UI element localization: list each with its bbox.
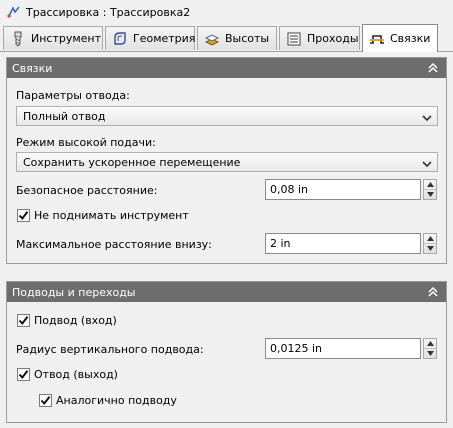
linking-panel: Связки Параметры отвода: Полный отвод Ре… [6, 57, 447, 264]
max-down-label: Максимальное расстояние внизу: [16, 238, 212, 251]
toolpath-icon [7, 5, 21, 19]
spinner-buttons [423, 233, 437, 254]
same-as-lead-in-checkbox[interactable]: Аналогично подводу [39, 394, 177, 407]
lead-out-label: Отвод (выход) [34, 368, 118, 381]
checkbox-box [17, 314, 30, 327]
tab-heights[interactable]: Высоты [197, 26, 277, 50]
geometry-icon [112, 31, 128, 47]
spinner-down-icon[interactable] [424, 190, 436, 199]
spinner-down-icon[interactable] [424, 244, 436, 253]
tab-label: Связки [390, 32, 431, 45]
passes-icon [286, 31, 302, 47]
window-title: Трассировка : Трассировка2 [26, 5, 191, 19]
panel-title: Подводы и переходы [12, 285, 136, 299]
feed-select[interactable]: Сохранить ускоренное перемещение [16, 152, 438, 172]
vertical-lead-spinner [265, 338, 437, 359]
retract-label: Параметры отвода: [16, 89, 130, 102]
chevron-down-icon [422, 112, 432, 122]
safe-distance-input[interactable] [265, 179, 421, 200]
spinner-up-icon[interactable] [424, 339, 436, 349]
tab-tool[interactable]: Инструмент [3, 26, 103, 50]
vertical-lead-input[interactable] [265, 338, 421, 359]
tool-icon [10, 31, 26, 47]
retract-value: Полный отвод [23, 109, 106, 123]
leads-panel-header[interactable]: Подводы и переходы [7, 282, 446, 302]
tab-bar: Инструмент Геометрия Высоты Проходы Связ… [0, 24, 453, 52]
spinner-up-icon[interactable] [424, 180, 436, 190]
safe-distance-spinner [265, 179, 437, 200]
heights-icon [204, 31, 220, 47]
max-down-spinner [265, 233, 437, 254]
spinner-up-icon[interactable] [424, 234, 436, 244]
collapse-icon[interactable] [426, 285, 440, 299]
tab-linking[interactable]: Связки [362, 24, 438, 52]
spinner-buttons [423, 338, 437, 359]
tab-passes[interactable]: Проходы [279, 26, 360, 50]
lead-in-checkbox[interactable]: Подвод (вход) [17, 314, 117, 327]
feed-value: Сохранить ускоренное перемещение [23, 155, 241, 169]
spinner-buttons [423, 179, 437, 200]
tab-geometry[interactable]: Геометрия [105, 26, 195, 50]
same-as-lead-in-label: Аналогично подводу [56, 394, 177, 407]
linking-panel-header[interactable]: Связки [7, 58, 446, 78]
collapse-icon[interactable] [426, 61, 440, 75]
checkbox-box [39, 394, 52, 407]
tab-label: Инструмент [31, 32, 102, 45]
checkbox-box [17, 368, 30, 381]
vertical-lead-label: Радиус вертикального подвода: [16, 343, 204, 356]
tab-label: Высоты [225, 32, 270, 45]
retract-select[interactable]: Полный отвод [16, 106, 438, 126]
window-titlebar: Трассировка : Трассировка2 [0, 0, 453, 24]
tab-label: Проходы [307, 32, 359, 45]
keep-down-label: Не поднимать инструмент [34, 209, 189, 222]
panel-title: Связки [12, 61, 53, 75]
chevron-down-icon [422, 158, 432, 168]
safe-distance-label: Безопасное расстояние: [16, 184, 158, 197]
spinner-down-icon[interactable] [424, 349, 436, 358]
linking-icon [369, 31, 385, 47]
leads-panel: Подводы и переходы Подвод (вход) Радиус … [6, 281, 447, 423]
max-down-input[interactable] [265, 233, 421, 254]
tab-label: Геометрия [133, 32, 196, 45]
lead-out-checkbox[interactable]: Отвод (выход) [17, 368, 118, 381]
lead-in-label: Подвод (вход) [34, 314, 117, 327]
checkbox-box [17, 209, 30, 222]
feed-label: Режим высокой подачи: [16, 136, 156, 149]
keep-down-checkbox[interactable]: Не поднимать инструмент [17, 209, 189, 222]
